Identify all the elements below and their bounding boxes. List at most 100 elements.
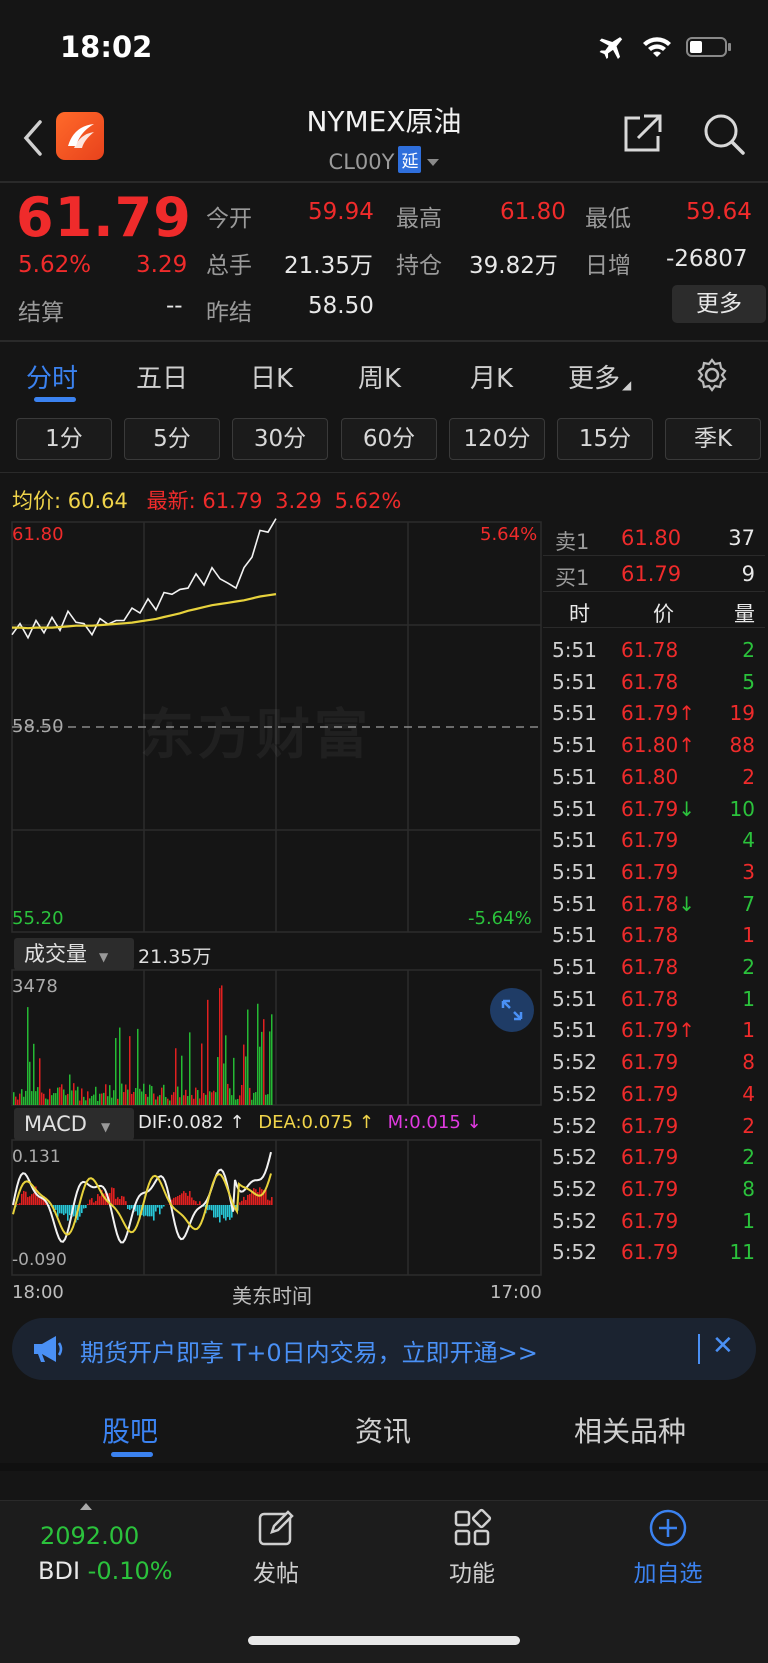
period-120min[interactable]: 120分 (449, 418, 545, 460)
volume-bar (55, 1093, 57, 1105)
period-5min[interactable]: 5分 (124, 418, 220, 460)
volume-bar (135, 1088, 137, 1105)
more-button[interactable]: 更多 (672, 285, 766, 323)
volume-bar (163, 1084, 165, 1105)
expand-chart-button[interactable] (490, 988, 534, 1032)
macd-bar (125, 1201, 127, 1205)
bid-row: 买1 61.79 9 (543, 556, 765, 592)
volume-bar (145, 1093, 147, 1105)
volume-bar (67, 1093, 69, 1105)
battery-icon (686, 37, 731, 57)
tick-volume: 8 (742, 1050, 755, 1075)
gear-icon[interactable] (694, 357, 730, 393)
latest-label: 最新: (146, 489, 196, 513)
volume-bar (33, 1043, 35, 1105)
volume-indicator-selector[interactable]: 成交量 ▼ (14, 938, 134, 970)
tick-header-row: 时 价 量 (543, 592, 765, 628)
low-label: 最低 (585, 206, 631, 232)
macd-bar (261, 1189, 263, 1205)
macd-dea: DEA:0.075 ↑ (258, 1112, 374, 1133)
volume-bar (175, 1048, 177, 1105)
open-label: 今开 (206, 206, 252, 232)
macd-dea-line (12, 1172, 272, 1236)
share-icon[interactable] (620, 112, 664, 156)
macd-bar (185, 1192, 187, 1205)
search-icon[interactable] (702, 112, 746, 156)
home-indicator[interactable] (248, 1636, 520, 1645)
tick-time: 5:51 (552, 764, 597, 789)
bdi-ticker[interactable]: BDI -0.10% (38, 1557, 173, 1585)
arrow-up-icon: ↑ (678, 701, 696, 726)
volume-bar (203, 1093, 205, 1105)
macd-indicator-selector[interactable]: MACD ▼ (14, 1108, 134, 1140)
daily-increase-label: 日增 (585, 253, 631, 279)
x-axis-end: 17:00 (490, 1282, 542, 1303)
tab-related[interactable]: 相关品种 (574, 1410, 686, 1450)
tab-more[interactable]: 更多 ◢ (568, 358, 631, 395)
nav-post[interactable]: 发帖 (216, 1508, 336, 1588)
tab-five-day[interactable]: 五日 (136, 358, 188, 395)
tab-monthly-k[interactable]: 月K (470, 358, 513, 395)
divider (0, 472, 768, 473)
volume-bar (251, 1099, 253, 1105)
macd-bar (127, 1205, 129, 1209)
volume-bar (139, 1088, 141, 1105)
tab-forum[interactable]: 股吧 (102, 1410, 158, 1450)
macd-axis-min: -0.090 (12, 1250, 67, 1270)
volume-bar (29, 1061, 31, 1105)
tick-price: 61.79 (621, 1208, 679, 1233)
bdi-value[interactable]: 2092.00 (40, 1522, 139, 1550)
intraday-chart[interactable] (0, 515, 543, 1305)
nav-add-watchlist-label: 加自选 (633, 1561, 703, 1587)
period-quarter-k[interactable]: 季K (665, 418, 761, 460)
avg-value: 60.64 (67, 489, 128, 513)
tick-price: 61.78↓ (621, 891, 696, 916)
macd-bar (61, 1205, 63, 1214)
volume-bar (133, 1091, 135, 1105)
period-30min[interactable]: 30分 (232, 418, 328, 460)
tick-row: 5:51 61.79↑ 19 (543, 701, 765, 734)
macd-bar (269, 1200, 271, 1205)
divider (0, 181, 768, 183)
volume-bar (39, 1058, 41, 1105)
tick-row: 5:51 61.79↑ 1 (543, 1018, 765, 1051)
tab-intraday[interactable]: 分时 (26, 358, 78, 395)
volume-bar (265, 1094, 267, 1105)
volume-bar (99, 1093, 101, 1105)
macd-bar (29, 1196, 31, 1205)
macd-bar (89, 1199, 91, 1205)
volume-bar (269, 1031, 271, 1105)
promo-text[interactable]: 期货开户即享 T+0日内交易，立即开通>> (80, 1333, 538, 1368)
tick-list[interactable]: 5:51 61.78 2 5:51 61.78 5 5:51 61.79↑ 19 5:51 61.8… (543, 638, 765, 1264)
period-60min[interactable]: 60分 (341, 418, 437, 460)
tab-weekly-k[interactable]: 周K (358, 358, 401, 395)
divider (0, 1463, 768, 1471)
volume-bar (143, 1083, 145, 1105)
scrolled-content-peek (0, 1472, 768, 1502)
tick-price: 61.79 (621, 1081, 679, 1106)
volume-bar (79, 1100, 81, 1105)
volume-bar (255, 1092, 257, 1105)
latest-change: 3.29 (275, 489, 322, 513)
tab-news[interactable]: 资讯 (355, 1410, 411, 1450)
nav-functions-label: 功能 (449, 1561, 495, 1587)
period-1min[interactable]: 1分 (16, 418, 112, 460)
tick-row: 5:52 61.79 8 (543, 1177, 765, 1210)
volume-bar (31, 1091, 33, 1105)
arrow-down-icon: ↓ (678, 891, 696, 916)
tick-volume: 2 (742, 638, 755, 662)
nav-functions[interactable]: 功能 (412, 1508, 532, 1588)
macd-bar (209, 1205, 211, 1210)
tick-row: 5:52 61.79 2 (543, 1114, 765, 1147)
nav-add-watchlist[interactable]: 加自选 (608, 1508, 728, 1588)
volume-bar (115, 1038, 117, 1105)
close-icon[interactable]: ✕ (712, 1331, 734, 1361)
volume-bar (207, 999, 209, 1105)
tick-time: 5:51 (552, 669, 597, 694)
tick-row: 5:51 61.80 2 (543, 765, 765, 798)
tick-volume: 1 (742, 986, 755, 1011)
period-15min[interactable]: 15分 (557, 418, 653, 460)
tab-daily-k[interactable]: 日K (250, 358, 293, 395)
change-value: 3.29 (136, 252, 188, 278)
volume-bar (75, 1090, 77, 1105)
